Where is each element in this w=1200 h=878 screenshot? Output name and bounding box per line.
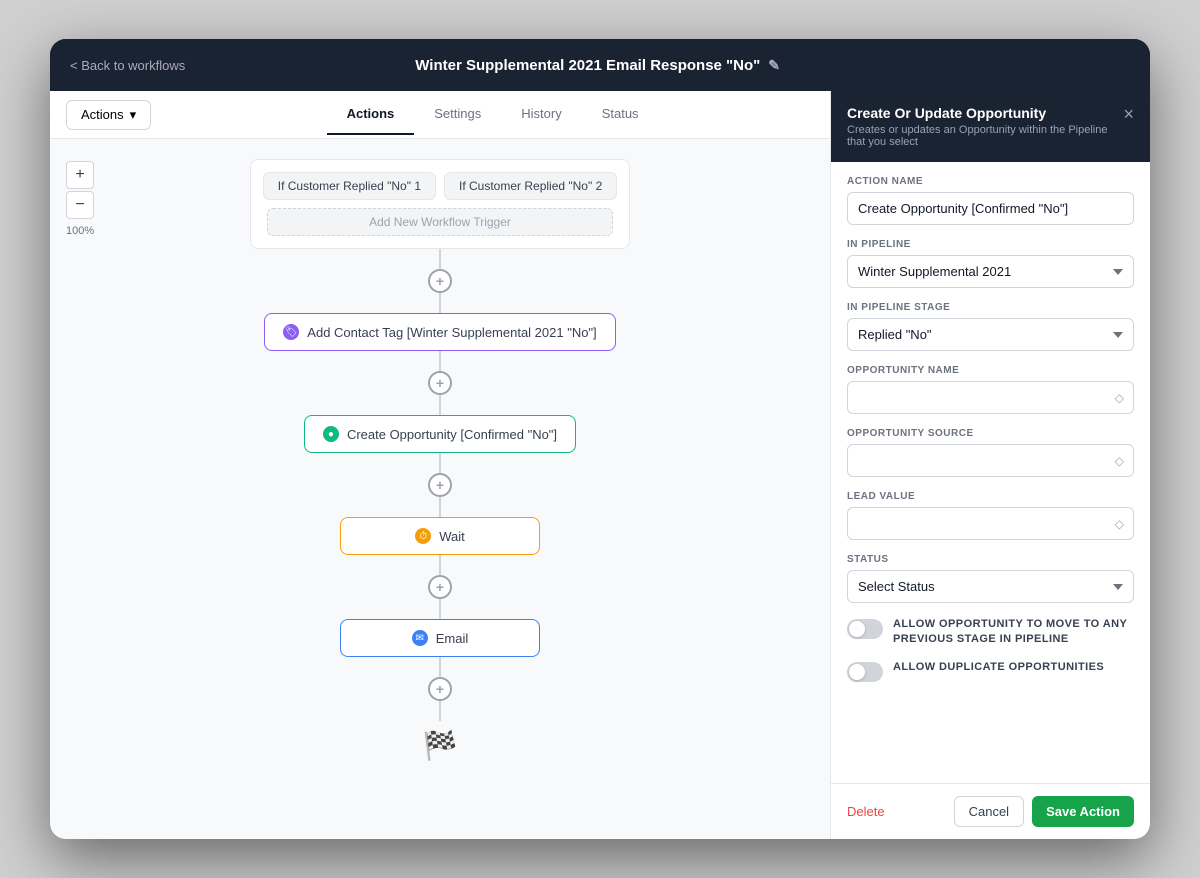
tag-icon: 🏷	[283, 324, 299, 340]
panel-title: Create Or Update Opportunity	[847, 105, 1123, 121]
save-action-button[interactable]: Save Action	[1032, 796, 1134, 827]
tab-history[interactable]: History	[501, 94, 581, 135]
lead-value-icon: ◇	[1115, 517, 1124, 531]
panel-header: Create Or Update Opportunity Creates or …	[831, 91, 1150, 162]
connector-1: +	[428, 249, 452, 313]
zoom-controls: + − 100%	[66, 161, 94, 237]
zoom-minus-button[interactable]: −	[66, 191, 94, 219]
opportunity-name-field-group: OPPORTUNITY NAME ◇	[847, 365, 1134, 414]
pipeline-stage-label: IN PIPELINE STAGE	[847, 302, 1134, 313]
canvas-area: Actions ▾ Actions Settings History Statu…	[50, 91, 830, 839]
add-node-button-1[interactable]: +	[428, 269, 452, 293]
edit-title-icon[interactable]: ✎	[768, 57, 780, 74]
opportunity-source-icon: ◇	[1115, 454, 1124, 468]
toggle-label-1: ALLOW OPPORTUNITY TO MOVE TO ANY PREVIOU…	[893, 617, 1134, 648]
top-bar: < Back to workflows Winter Supplemental …	[50, 39, 1150, 91]
wait-action-node[interactable]: ⏱ Wait	[340, 517, 540, 555]
trigger-row: If Customer Replied "No" 1 If Customer R…	[267, 172, 613, 200]
wait-icon: ⏱	[415, 528, 431, 544]
lead-value-field-group: LEAD VALUE ◇	[847, 491, 1134, 540]
finish-flag: 🏁	[423, 729, 458, 762]
right-panel: Create Or Update Opportunity Creates or …	[830, 91, 1150, 839]
lead-value-label: LEAD VALUE	[847, 491, 1134, 502]
trigger-chip-2[interactable]: If Customer Replied "No" 2	[444, 172, 617, 200]
lead-value-input[interactable]	[847, 507, 1134, 540]
screen-wrapper: < Back to workflows Winter Supplemental …	[50, 39, 1150, 839]
action-name-label: ACTION NAME	[847, 176, 1134, 187]
workflow-canvas: If Customer Replied "No" 1 If Customer R…	[50, 139, 830, 839]
opportunity-source-input-wrapper: ◇	[847, 444, 1134, 477]
opportunity-icon: ●	[323, 426, 339, 442]
email-action-node[interactable]: ✉ Email	[340, 619, 540, 657]
panel-close-button[interactable]: ×	[1123, 105, 1134, 123]
trigger-box: If Customer Replied "No" 1 If Customer R…	[250, 159, 630, 249]
opportunity-name-input-wrapper: ◇	[847, 381, 1134, 414]
actions-dropdown-button[interactable]: Actions ▾	[66, 100, 151, 130]
pipeline-stage-select[interactable]: Replied "No"	[847, 318, 1134, 351]
add-node-button-2[interactable]: +	[428, 371, 452, 395]
tab-bar: Actions ▾ Actions Settings History Statu…	[50, 91, 830, 139]
add-node-button-5[interactable]: +	[428, 677, 452, 701]
opportunity-source-field-group: OPPORTUNITY SOURCE ◇	[847, 428, 1134, 477]
cancel-button[interactable]: Cancel	[954, 796, 1024, 827]
panel-subtitle: Creates or updates an Opportunity within…	[847, 124, 1123, 148]
connector-4: +	[428, 555, 452, 619]
opportunity-name-input[interactable]	[847, 381, 1134, 414]
add-node-button-3[interactable]: +	[428, 473, 452, 497]
footer-actions: Cancel Save Action	[954, 796, 1134, 827]
in-pipeline-field-group: IN PIPELINE Winter Supplemental 2021	[847, 239, 1134, 288]
opportunity-action-node[interactable]: ● Create Opportunity [Confirmed "No"]	[304, 415, 576, 453]
connector-5: +	[428, 657, 452, 721]
in-pipeline-select[interactable]: Winter Supplemental 2021	[847, 255, 1134, 288]
tab-actions[interactable]: Actions	[327, 94, 415, 135]
action-name-field-group: ACTION NAME	[847, 176, 1134, 225]
opportunity-name-label: OPPORTUNITY NAME	[847, 365, 1134, 376]
add-trigger-button[interactable]: Add New Workflow Trigger	[267, 208, 613, 236]
tab-group: Actions Settings History Status	[327, 94, 659, 135]
status-field-group: STATUS Select Status	[847, 554, 1134, 603]
tag-action-node[interactable]: 🏷 Add Contact Tag [Winter Supplemental 2…	[264, 313, 615, 351]
toggle-duplicate[interactable]	[847, 662, 883, 682]
toggle-previous-stage[interactable]	[847, 619, 883, 639]
connector-3: +	[428, 453, 452, 517]
toggle-label-2: ALLOW DUPLICATE OPPORTUNITIES	[893, 660, 1104, 675]
tab-status[interactable]: Status	[582, 94, 659, 135]
in-pipeline-label: IN PIPELINE	[847, 239, 1134, 250]
connector-2: +	[428, 351, 452, 415]
panel-footer: Delete Cancel Save Action	[831, 783, 1150, 839]
workflow-title: Winter Supplemental 2021 Email Response …	[415, 57, 780, 74]
delete-button[interactable]: Delete	[847, 804, 885, 819]
opportunity-source-input[interactable]	[847, 444, 1134, 477]
action-name-input[interactable]	[847, 192, 1134, 225]
trigger-chip-1[interactable]: If Customer Replied "No" 1	[263, 172, 436, 200]
lead-value-input-wrapper: ◇	[847, 507, 1134, 540]
zoom-label: 100%	[66, 225, 94, 237]
panel-body: ACTION NAME IN PIPELINE Winter Supplemen…	[831, 162, 1150, 783]
opportunity-name-icon: ◇	[1115, 391, 1124, 405]
opportunity-source-label: OPPORTUNITY SOURCE	[847, 428, 1134, 439]
status-label: STATUS	[847, 554, 1134, 565]
tab-settings[interactable]: Settings	[414, 94, 501, 135]
pipeline-stage-field-group: IN PIPELINE STAGE Replied "No"	[847, 302, 1134, 351]
email-icon: ✉	[412, 630, 428, 646]
toggle-row-1: ALLOW OPPORTUNITY TO MOVE TO ANY PREVIOU…	[847, 617, 1134, 648]
main-area: Actions ▾ Actions Settings History Statu…	[50, 91, 1150, 839]
status-select[interactable]: Select Status	[847, 570, 1134, 603]
back-to-workflows[interactable]: < Back to workflows	[70, 58, 185, 73]
zoom-plus-button[interactable]: +	[66, 161, 94, 189]
toggle-row-2: ALLOW DUPLICATE OPPORTUNITIES	[847, 660, 1134, 682]
add-node-button-4[interactable]: +	[428, 575, 452, 599]
